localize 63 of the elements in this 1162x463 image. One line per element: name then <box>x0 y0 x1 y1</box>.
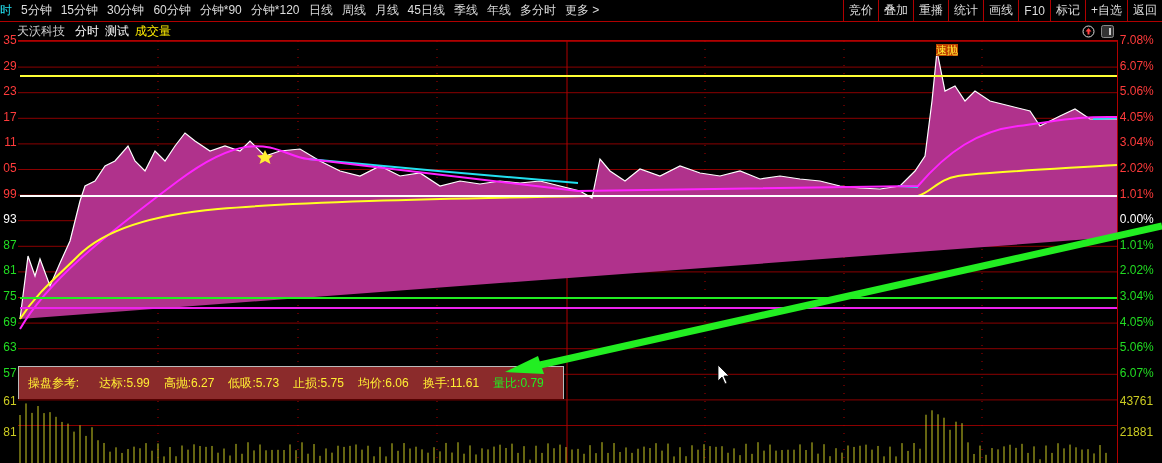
period-tab[interactable]: 日线 <box>308 2 333 19</box>
cursor-icon <box>717 364 730 385</box>
panel-value: 均价:6.06 <box>357 374 409 392</box>
price-axis-label: 87 <box>3 237 17 252</box>
period-tab[interactable]: 45日线 <box>407 2 445 19</box>
price-axis-label: 05 <box>3 161 17 175</box>
price-axis-label: 11 <box>4 135 17 150</box>
star-icon <box>256 150 273 164</box>
stock-name: 天沃科技 <box>17 22 65 40</box>
period-tab[interactable]: 年线 <box>486 2 511 19</box>
price-axis-label: 17 <box>3 109 17 124</box>
price-axis-label: 35 <box>3 33 17 47</box>
percent-axis-label: 2.02% <box>1119 161 1154 175</box>
percent-axis-label: 3.04% <box>1119 289 1154 303</box>
panel-value: 低吸:5.73 <box>228 374 280 392</box>
percent-axis-label: 7.08% <box>1119 33 1154 47</box>
panel-toggle-icon[interactable] <box>1101 24 1114 38</box>
period-tab[interactable]: 更多 > <box>564 2 600 19</box>
formula-label: 测试 <box>105 22 129 40</box>
percent-axis-label: 3.04% <box>1119 135 1154 150</box>
period-tab[interactable]: 5分钟 <box>21 2 52 19</box>
period-tab[interactable]: 30分钟 <box>107 2 145 19</box>
percent-axis-label: 6.07% <box>1119 58 1154 73</box>
price-axis-label: 81 <box>3 263 17 278</box>
percent-axis-label: 6.07% <box>1119 365 1154 380</box>
price-axis-label: 57 <box>3 365 17 380</box>
period-tab[interactable]: 分钟*90 <box>199 2 242 19</box>
period-tab[interactable]: 分钟*120 <box>250 2 300 19</box>
percent-axis-label: 4.05% <box>1119 109 1154 124</box>
panel-value: 达标:5.99 <box>99 374 150 392</box>
panel-value: 换手:11.61 <box>422 374 480 392</box>
percent-axis-label: 5.06% <box>1119 340 1154 355</box>
period-tab[interactable]: 15分钟 <box>60 2 99 19</box>
period-tab[interactable]: 月线 <box>374 2 399 19</box>
panel-value: 量比:0.79 <box>493 374 544 392</box>
percent-axis-label: 4.05% <box>1119 314 1154 329</box>
percent-axis-label: 0.00% <box>1119 212 1154 227</box>
percent-axis-label: 21881 <box>1119 425 1154 439</box>
panel-value: 止损:5.75 <box>293 374 344 392</box>
chart-mode-label: 分时 <box>75 22 99 40</box>
price-axis-label: 63 <box>3 340 17 355</box>
period-tab[interactable]: 时 <box>0 2 12 19</box>
price-axis-label: 69 <box>3 314 17 329</box>
panel-title: 操盘参考: <box>27 374 80 392</box>
price-axis-label: 75 <box>3 289 17 303</box>
percent-axis-label: 1.01% <box>1119 186 1154 201</box>
period-tab[interactable]: 周线 <box>341 2 366 19</box>
price-axis-label: 81 <box>3 425 17 439</box>
percent-axis-label: 1.01% <box>1119 237 1154 252</box>
indicator-label: 成交量 <box>135 22 171 40</box>
period-tab[interactable]: 季线 <box>453 2 478 19</box>
price-axis-label: 99 <box>3 186 17 201</box>
price-axis-label: 29 <box>3 58 17 73</box>
percent-axis-label: 5.06% <box>1119 84 1154 99</box>
signal-label: 速抛 <box>935 44 958 56</box>
percent-axis-label: 43761 <box>1119 394 1154 408</box>
percent-axis-label: 2.02% <box>1119 263 1154 278</box>
price-axis-label: 23 <box>3 84 17 99</box>
period-tab[interactable]: 60分钟 <box>153 2 191 19</box>
price-axis-label: 93 <box>3 212 17 227</box>
period-tab[interactable]: 多分时 <box>519 2 556 19</box>
panel-value: 高抛:6.27 <box>163 374 215 392</box>
price-axis-label: 61 <box>3 394 17 408</box>
